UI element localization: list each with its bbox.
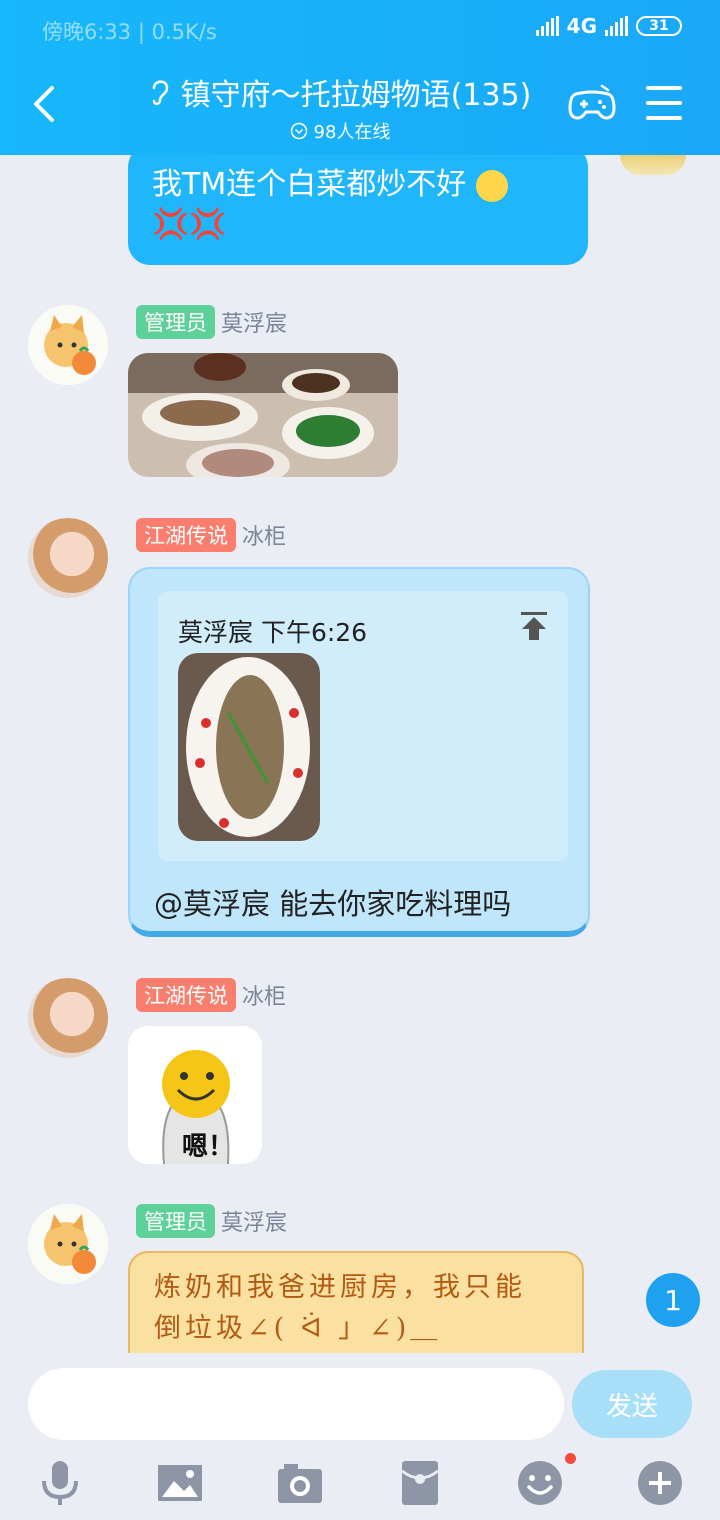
emoji-icon[interactable] [516, 1459, 564, 1507]
ear-icon [152, 80, 168, 106]
rank-tag: 江湖传说 [136, 978, 236, 1012]
network-type: 4G [566, 14, 597, 38]
notification-dot [565, 1453, 576, 1464]
sender-row: 管理员 莫浮宸 [136, 1204, 287, 1238]
status-time: 傍晚6:33 [42, 20, 132, 44]
sticker-caption: 嗯！ [182, 1132, 235, 1162]
chat-header: 傍晚6:33 | 0.5K/s 4G 31 镇守府～托拉姆物语(135) 98人… [0, 0, 720, 155]
sender-name: 冰柜 [242, 525, 287, 550]
message-list[interactable]: 我TM连个白菜都炒不好 💢💢 管理员 莫浮宸 江湖传说 冰柜 莫浮宸 下午6:2… [0, 155, 720, 1353]
sender-name: 莫浮宸 [221, 1211, 288, 1236]
signal-icon [535, 16, 559, 36]
gamepad-icon[interactable] [568, 82, 616, 126]
sender-name: 莫浮宸 [221, 312, 288, 337]
microphone-icon[interactable] [36, 1459, 84, 1507]
quote-header: 莫浮宸 下午6:26 [178, 618, 368, 647]
scroll-message-bubble[interactable]: 炼奶和我爸进厨房，我只能 倒垃圾∠( ᐛ 」∠)＿ [128, 1251, 584, 1353]
sender-row: 江湖传说 冰柜 [136, 518, 286, 552]
sender-row: 管理员 莫浮宸 [136, 305, 287, 339]
avatar[interactable] [28, 978, 108, 1058]
message-text: 我TM连个白菜都炒不好 [152, 167, 467, 202]
role-tag: 管理员 [136, 1204, 215, 1238]
group-title: 镇守府～托拉姆物语(135) [180, 78, 532, 113]
message-text: @莫浮宸 能去你家吃料理吗 [154, 887, 512, 921]
camera-icon[interactable] [276, 1459, 324, 1507]
online-count: 98人在线 [313, 122, 391, 143]
sender-row: 江湖传说 冰柜 [136, 978, 286, 1012]
plus-icon[interactable] [636, 1459, 684, 1507]
cat-avatar-icon [28, 1204, 108, 1284]
composer: 发送 [0, 1353, 720, 1520]
avatar[interactable] [28, 518, 108, 598]
battery-icon: 31 [636, 16, 682, 36]
anger-emoji: 💢💢 [152, 207, 227, 242]
status-speed: 0.5K/s [151, 20, 217, 44]
chat-title-block[interactable]: 镇守府～托拉姆物语(135) 98人在线 [120, 70, 560, 144]
message-text-line2: 倒垃圾∠( ᐛ 」∠)＿ [154, 1313, 442, 1344]
food-photo[interactable] [128, 353, 398, 477]
rank-tag: 江湖传说 [136, 518, 236, 552]
back-arrow-icon[interactable] [30, 84, 58, 124]
menu-icon[interactable] [646, 86, 682, 120]
send-button[interactable]: 发送 [572, 1370, 692, 1438]
quoted-fish-photo[interactable] [178, 653, 320, 841]
message-text: 炼奶和我爸进厨房，我只能 [154, 1272, 526, 1303]
smirk-emoji-icon [475, 169, 508, 202]
image-icon[interactable] [156, 1459, 204, 1507]
role-tag: 管理员 [136, 305, 215, 339]
reply-message-bubble[interactable]: 莫浮宸 下午6:26 @莫浮宸 能去你家吃料理吗 [128, 567, 590, 937]
status-bar: 傍晚6:33 | 0.5K/s 4G 31 [42, 14, 682, 48]
partial-avatar [620, 155, 686, 175]
jump-to-top-icon[interactable] [520, 611, 548, 641]
sender-name: 冰柜 [242, 985, 287, 1010]
sticker-message[interactable]: 嗯！ [128, 1026, 262, 1164]
message-input[interactable] [28, 1368, 564, 1440]
chevron-down-icon [290, 122, 307, 140]
avatar[interactable] [28, 1204, 108, 1284]
composer-toolbar [0, 1453, 720, 1513]
self-message-bubble[interactable]: 我TM连个白菜都炒不好 💢💢 [128, 155, 588, 265]
unread-count-badge[interactable]: 1 [646, 1273, 700, 1327]
red-packet-icon[interactable] [396, 1459, 444, 1507]
quoted-message[interactable]: 莫浮宸 下午6:26 [158, 591, 568, 861]
signal-icon-2 [605, 16, 628, 36]
avatar[interactable] [28, 305, 108, 385]
cat-avatar-icon [28, 305, 108, 385]
